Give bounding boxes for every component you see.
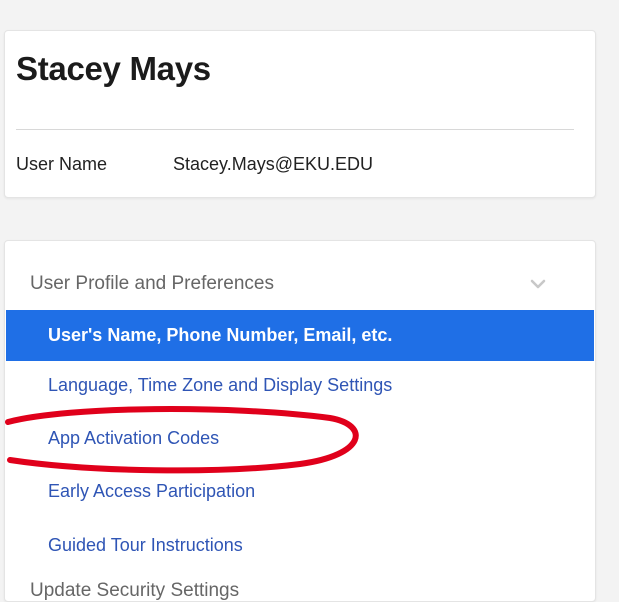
menu-item-guided-tour[interactable]: Guided Tour Instructions	[48, 535, 243, 556]
username-row: User Name Stacey.Mays@EKU.EDU	[16, 154, 373, 175]
username-value: Stacey.Mays@EKU.EDU	[173, 154, 373, 174]
chevron-down-icon[interactable]	[530, 276, 546, 292]
menu-item-language-settings[interactable]: Language, Time Zone and Display Settings	[48, 375, 392, 396]
username-label: User Name	[16, 154, 108, 174]
menu-item-users-name[interactable]: User's Name, Phone Number, Email, etc.	[6, 310, 594, 361]
section-header-security[interactable]: Update Security Settings	[30, 580, 239, 602]
menu-item-early-access[interactable]: Early Access Participation	[48, 481, 255, 502]
page-title: Stacey Mays	[16, 50, 211, 87]
section-header-user-profile[interactable]: User Profile and Preferences	[30, 273, 274, 295]
divider	[16, 129, 574, 130]
menu-item-app-activation-codes[interactable]: App Activation Codes	[48, 428, 219, 449]
